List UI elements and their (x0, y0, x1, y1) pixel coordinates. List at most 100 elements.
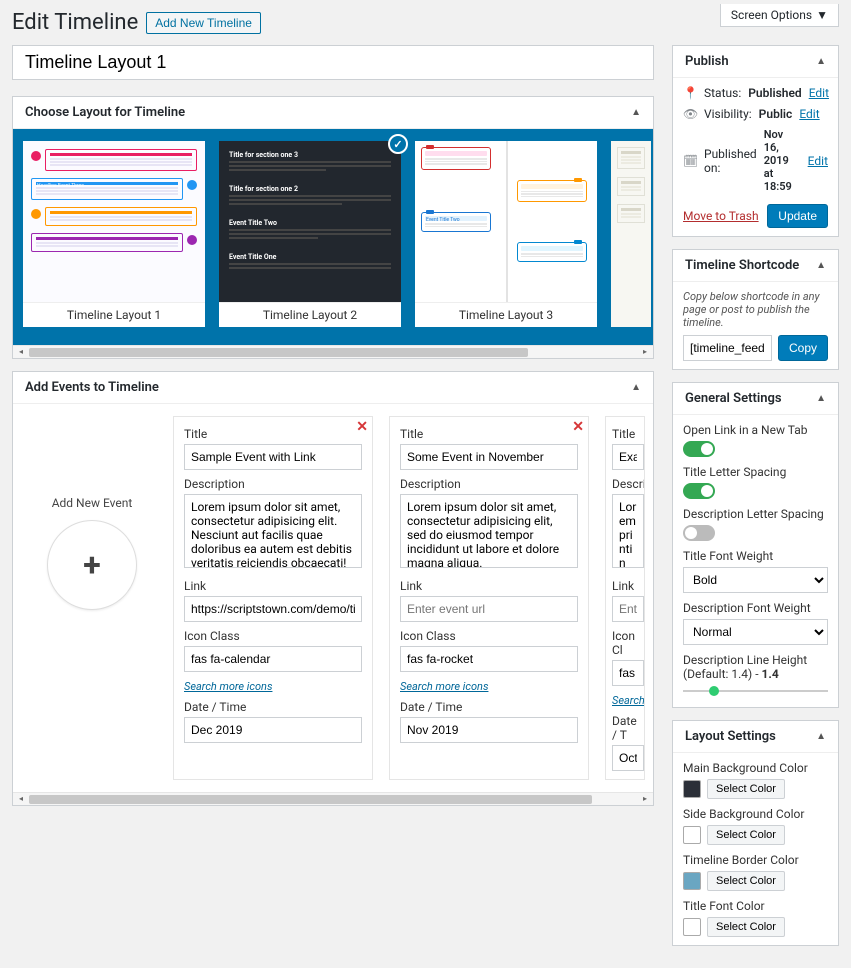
add-new-event-label: Add New Event (27, 496, 157, 510)
event-date-input[interactable] (612, 745, 644, 771)
layout-label: Timeline Layout 2 (219, 302, 401, 327)
shortcode-input[interactable] (683, 335, 772, 361)
calendar-icon: 🗓 (683, 154, 697, 168)
event-description-input[interactable]: Lorem ipsum dolor sit amet, consectetur … (184, 494, 362, 568)
publish-box: Publish▲ 📍Status: Published Edit 👁Visibi… (672, 45, 839, 237)
select-color-button[interactable]: Select Color (707, 779, 785, 799)
field-label-link: Link (184, 579, 362, 593)
scroll-left-icon[interactable]: ◂ (15, 794, 27, 803)
shortcode-header[interactable]: Timeline Shortcode▲ (673, 250, 838, 282)
field-label-link: Link (612, 579, 644, 593)
field-label-title: Title (184, 427, 362, 441)
shortcode-box: Timeline Shortcode▲ Copy below shortcode… (672, 249, 839, 370)
add-event-button[interactable]: + (47, 520, 137, 610)
eye-icon: 👁 (683, 107, 697, 121)
event-icon-input[interactable] (184, 646, 362, 672)
shortcode-note: Copy below shortcode in any page or post… (683, 290, 828, 329)
event-link-input[interactable] (400, 596, 578, 622)
event-title-input[interactable] (612, 444, 644, 470)
layouts-scrollbar[interactable]: ◂ ▸ (13, 345, 653, 358)
screen-options-button[interactable]: Screen Options ▼ (720, 4, 839, 27)
field-label-icon: Icon Class (400, 629, 578, 643)
field-label-date: Date / Time (400, 700, 578, 714)
setting-label: Title Font Color (683, 899, 828, 913)
color-swatch (683, 780, 701, 798)
title-letter-spacing-toggle[interactable] (683, 483, 715, 499)
edit-date-link[interactable]: Edit (808, 154, 828, 168)
desc-letter-spacing-toggle[interactable] (683, 525, 715, 541)
choose-layout-header[interactable]: Choose Layout for Timeline ▲ (13, 97, 653, 129)
select-color-button[interactable]: Select Color (707, 825, 785, 845)
event-date-input[interactable] (184, 717, 362, 743)
select-color-button[interactable]: Select Color (707, 871, 785, 891)
copy-shortcode-button[interactable]: Copy (778, 335, 828, 361)
open-link-toggle[interactable] (683, 441, 715, 457)
general-settings-header[interactable]: General Settings▲ (673, 383, 838, 415)
caret-up-icon: ▲ (631, 107, 641, 118)
update-button[interactable]: Update (767, 204, 828, 228)
search-more-icons-link[interactable]: Search more icons (184, 680, 272, 693)
field-label-description: Descri (612, 477, 644, 491)
setting-label: Title Font Weight (683, 549, 828, 563)
field-label-icon: Icon Cl (612, 629, 644, 657)
setting-label: Description Line Height (Default: 1.4) -… (683, 653, 828, 681)
caret-up-icon: ▲ (816, 731, 826, 742)
desc-font-weight-select[interactable]: Normal (683, 619, 828, 645)
caret-up-icon: ▲ (631, 382, 641, 393)
add-events-header[interactable]: Add Events to Timeline ▲ (13, 372, 653, 404)
field-label-description: Description (400, 477, 578, 491)
layout-label: Timeline Layout 1 (23, 302, 205, 327)
choose-layout-box: Choose Layout for Timeline ▲ Headline Ev… (12, 96, 654, 359)
layout-settings-header[interactable]: Layout Settings▲ (673, 721, 838, 753)
field-label-link: Link (400, 579, 578, 593)
layout-label: Timeline Layout 3 (415, 302, 597, 327)
scroll-right-icon[interactable]: ▸ (639, 794, 651, 803)
field-label-title: Title (612, 427, 644, 441)
field-label-icon: Icon Class (184, 629, 362, 643)
delete-event-button[interactable]: ✕ (572, 419, 584, 435)
add-new-timeline-button[interactable]: Add New Timeline (146, 12, 261, 34)
event-card: Title Descri Lorem printin establ distra… (605, 416, 645, 780)
caret-up-icon: ▲ (816, 393, 826, 404)
layout-option-4[interactable] (611, 141, 651, 327)
search-more-icons-link[interactable]: Search (612, 694, 645, 707)
field-label-date: Date / T (612, 714, 644, 742)
event-title-input[interactable] (184, 444, 362, 470)
setting-label: Side Background Color (683, 807, 828, 821)
field-label-date: Date / Time (184, 700, 362, 714)
scroll-left-icon[interactable]: ◂ (15, 347, 27, 356)
post-title-input[interactable] (12, 45, 654, 80)
page-title: Edit Timeline (12, 10, 138, 35)
move-to-trash-link[interactable]: Move to Trash (683, 209, 759, 223)
field-label-description: Description (184, 477, 362, 491)
event-icon-input[interactable] (612, 660, 644, 686)
event-link-input[interactable] (184, 596, 362, 622)
delete-event-button[interactable]: ✕ (356, 419, 368, 435)
event-link-input[interactable] (612, 596, 644, 622)
edit-visibility-link[interactable]: Edit (799, 107, 819, 121)
setting-label: Timeline Border Color (683, 853, 828, 867)
color-swatch (683, 918, 701, 936)
event-title-input[interactable] (400, 444, 578, 470)
general-settings-box: General Settings▲ Open Link in a New Tab… (672, 382, 839, 708)
publish-header[interactable]: Publish▲ (673, 46, 838, 78)
event-icon-input[interactable] (400, 646, 578, 672)
setting-label: Open Link in a New Tab (683, 423, 828, 437)
events-scrollbar[interactable]: ◂ ▸ (13, 792, 653, 805)
event-date-input[interactable] (400, 717, 578, 743)
setting-label: Description Letter Spacing (683, 507, 828, 521)
event-description-input[interactable]: Lorem ipsum dolor sit amet, consectetur … (400, 494, 578, 568)
line-height-slider[interactable] (683, 685, 828, 697)
caret-down-icon: ▼ (816, 8, 828, 22)
edit-status-link[interactable]: Edit (809, 86, 829, 100)
add-events-box: Add Events to Timeline ▲ Add New Event +… (12, 371, 654, 806)
select-color-button[interactable]: Select Color (707, 917, 785, 937)
title-font-weight-select[interactable]: Bold (683, 567, 828, 593)
layout-option-3[interactable]: Event Title Two Timeline Layout 3 (415, 141, 597, 327)
layout-option-1[interactable]: Headline Event Three Timeline Layout 1 (23, 141, 205, 327)
setting-label: Title Letter Spacing (683, 465, 828, 479)
event-description-input[interactable]: Lorem printin establ distra when (612, 494, 644, 568)
search-more-icons-link[interactable]: Search more icons (400, 680, 488, 693)
layout-option-2[interactable]: ✓ Title for section one 3 Title for sect… (219, 141, 401, 327)
scroll-right-icon[interactable]: ▸ (639, 347, 651, 356)
